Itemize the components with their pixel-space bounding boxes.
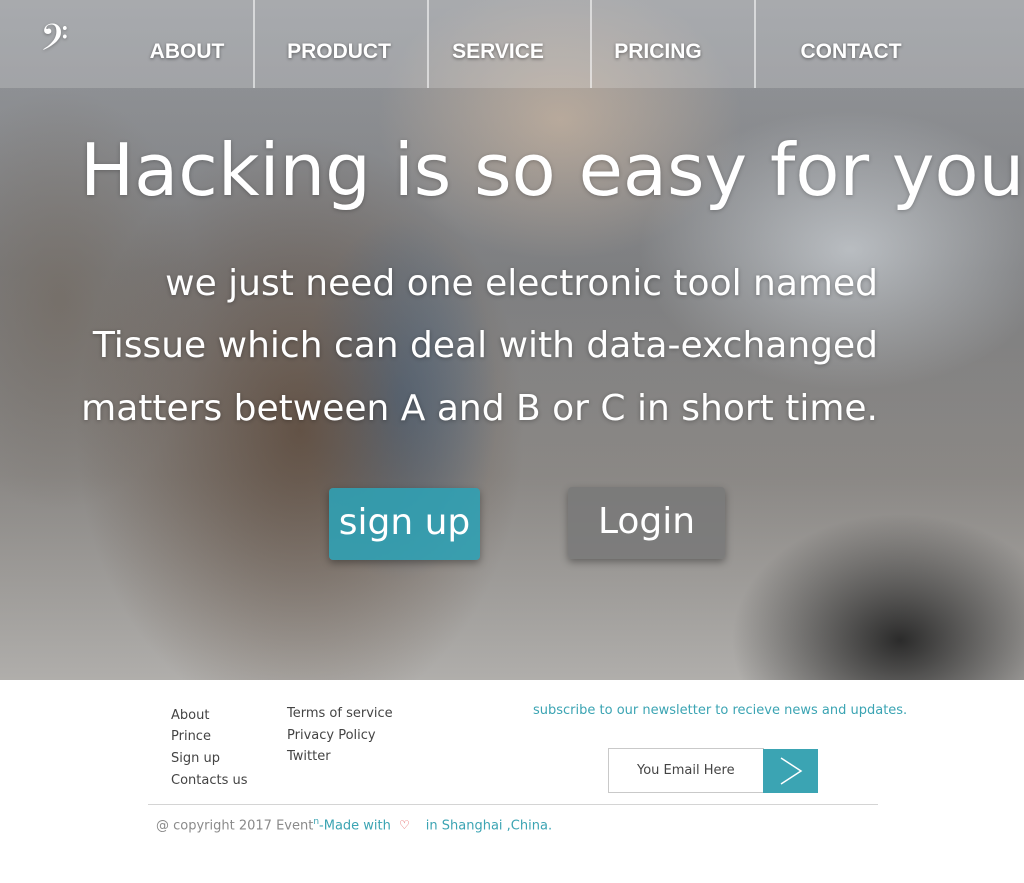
hero-subtext-line-1: we just need one electronic tool named	[165, 263, 878, 304]
newsletter-text: subscribe to our newsletter to recieve n…	[533, 703, 908, 718]
copyright-prefix: @ copyright 2017 Event	[156, 818, 314, 834]
hero-section: 𝄢 ABOUT PRODUCT SERVICE PRICING CONTACT …	[0, 0, 1024, 680]
location-text: in Shanghai ,China.	[425, 818, 553, 834]
nav-contact[interactable]: CONTACT	[780, 0, 922, 88]
footer-link-contacts[interactable]: Contacts us	[171, 773, 248, 789]
footer-link-prince[interactable]: Prince	[171, 729, 211, 745]
top-navbar: 𝄢 ABOUT PRODUCT SERVICE PRICING CONTACT	[0, 0, 1024, 88]
nav-separator	[427, 0, 429, 88]
arrow-right-icon	[780, 757, 802, 785]
nav-separator	[253, 0, 255, 88]
copyright: @ copyright 2017 Eventn-Made with ♡ in Sh…	[156, 817, 552, 833]
nav-separator	[754, 0, 756, 88]
sign-up-button[interactable]: sign up	[329, 488, 480, 560]
hero-subtext-line-2: Tissue which can deal with data-exchange…	[92, 325, 878, 366]
nav-pricing[interactable]: PRICING	[600, 0, 716, 88]
nav-product[interactable]: PRODUCT	[270, 0, 408, 88]
hero-headline: Hacking is so easy for you!	[80, 128, 1024, 212]
hero-subtext-line-3: matters between A and B or C in short ti…	[81, 388, 878, 429]
nav-separator	[590, 0, 592, 88]
footer: About Prince Sign up Contacts us Terms o…	[0, 680, 1024, 883]
email-input[interactable]	[608, 748, 764, 793]
footer-link-about[interactable]: About	[171, 708, 209, 724]
footer-link-privacy[interactable]: Privacy Policy	[287, 728, 376, 744]
footer-link-terms[interactable]: Terms of service	[287, 706, 393, 722]
footer-link-twitter[interactable]: Twitter	[287, 749, 331, 765]
nav-service[interactable]: SERVICE	[440, 0, 556, 88]
heart-icon: ♡	[399, 818, 410, 833]
nav-about[interactable]: ABOUT	[128, 0, 246, 88]
login-button[interactable]: Login	[568, 487, 725, 559]
made-with-text: -Made with	[319, 818, 391, 834]
bass-clef-logo-icon[interactable]: 𝄢	[40, 18, 90, 68]
footer-link-sign-up[interactable]: Sign up	[171, 751, 220, 767]
footer-divider	[148, 804, 878, 805]
subscribe-submit-button[interactable]	[763, 749, 818, 793]
